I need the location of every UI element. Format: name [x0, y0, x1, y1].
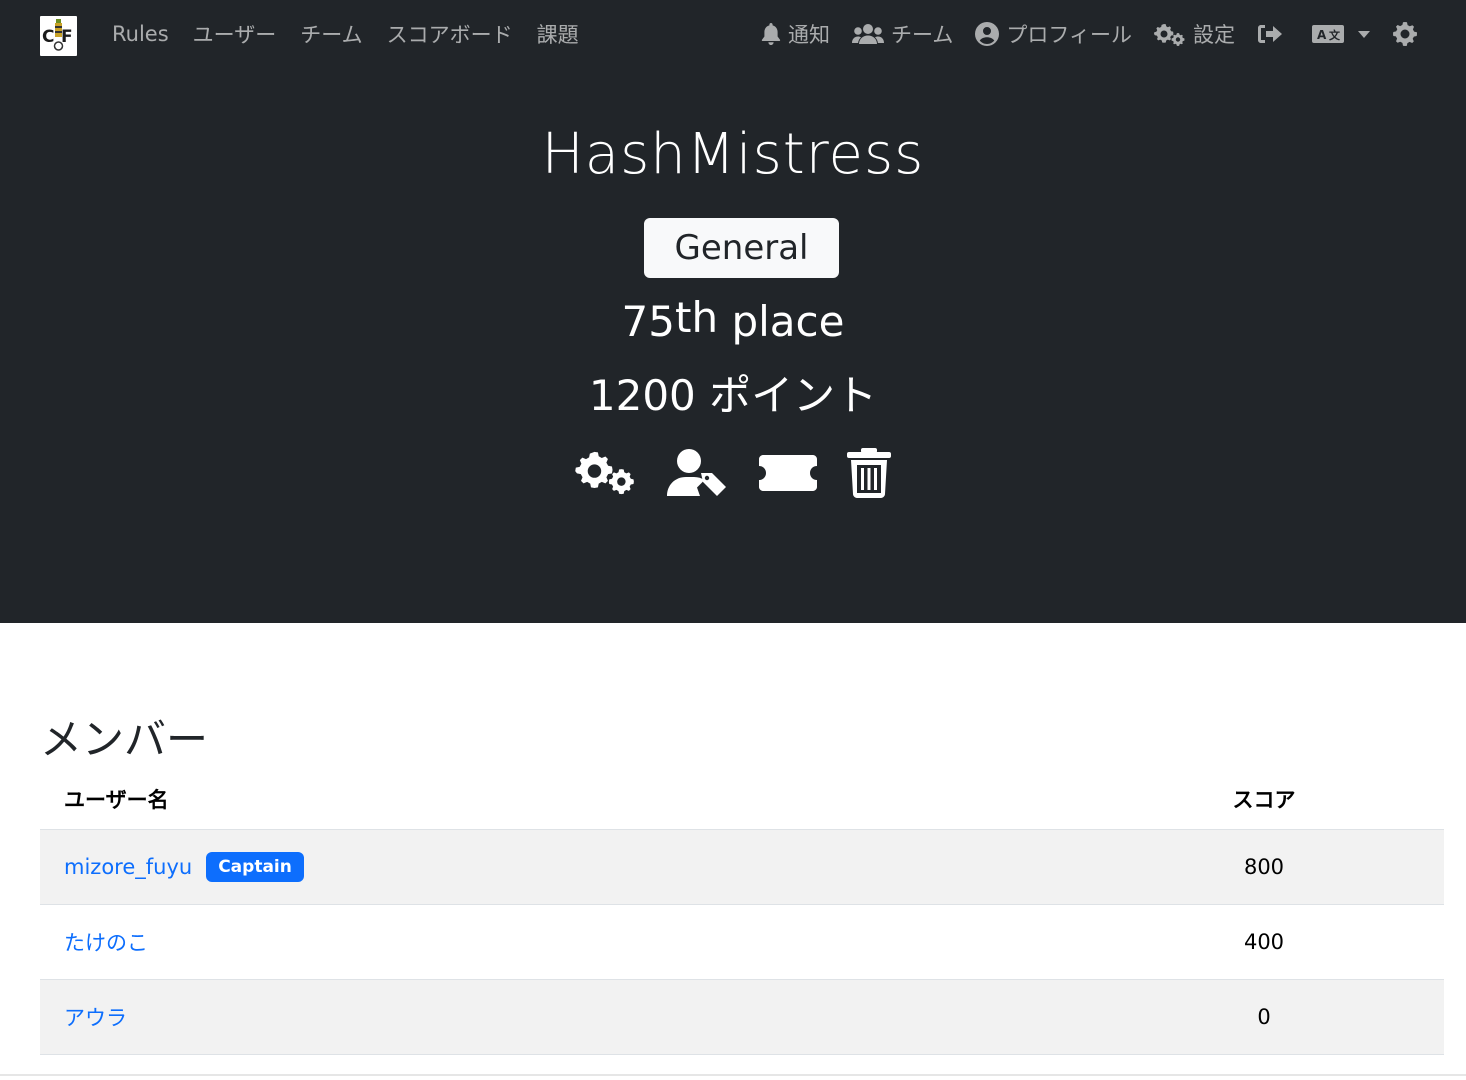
nav-settings[interactable]: 設定: [1143, 19, 1246, 49]
nav-link-users[interactable]: ユーザー: [181, 19, 289, 49]
team-place-word: place: [731, 297, 845, 346]
nav-profile[interactable]: プロフィール: [964, 19, 1143, 49]
team-delete-button[interactable]: [847, 448, 891, 498]
nav-notifications[interactable]: 通知: [750, 19, 841, 49]
member-score: 800: [1084, 829, 1444, 905]
nav-link-scoreboard[interactable]: スコアボード: [375, 19, 525, 49]
chevron-down-icon: [1358, 30, 1370, 38]
nav-theme-toggle[interactable]: [1381, 21, 1436, 47]
team-actions: [0, 448, 1466, 498]
language-icon: A 文: [1312, 25, 1344, 43]
svg-text:文: 文: [1329, 28, 1341, 42]
team-name: HashMistress: [541, 122, 925, 187]
member-name-cell: アウラ: [40, 979, 1084, 1055]
team-bracket-badge: General: [644, 218, 839, 278]
table-row: アウラ 0: [40, 979, 1444, 1055]
column-header-score: スコア: [1084, 770, 1444, 830]
gears-icon: [575, 451, 634, 495]
member-link[interactable]: アウラ: [64, 1006, 127, 1030]
user-circle-icon: [975, 22, 1000, 46]
navbar: C F Rules ユーザー チーム スコアボード 課題 通知 チーム プロフィ…: [0, 0, 1466, 68]
member-link[interactable]: たけのこ: [64, 931, 148, 955]
captain-badge: Captain: [206, 852, 304, 882]
member-name-cell: たけのこ: [40, 904, 1084, 980]
member-link[interactable]: mizore_fuyu: [64, 855, 192, 879]
team-invite-button[interactable]: [759, 453, 817, 493]
team-place: 75th place: [0, 293, 1466, 346]
team-settings-button[interactable]: [575, 448, 637, 498]
nav-logout[interactable]: [1246, 23, 1301, 45]
team-header: HashMistress General 75th place 1200 ポイン…: [0, 68, 1466, 623]
member-name-cell: mizore_fuyu Captain: [40, 829, 1084, 905]
table-row: mizore_fuyu Captain 800: [40, 829, 1444, 905]
ctf-logo[interactable]: C F: [40, 16, 77, 56]
nav-right-links: 通知 チーム プロフィール 設定 A 文: [750, 0, 1436, 68]
logout-icon: [1258, 25, 1282, 43]
nav-profile-label: プロフィール: [1006, 23, 1132, 47]
members-title: メンバー: [40, 715, 209, 764]
nav-language-dropdown[interactable]: A 文: [1301, 24, 1381, 44]
team-place-number: 75: [621, 297, 675, 346]
member-score: 400: [1084, 904, 1444, 980]
team-captain-button[interactable]: [667, 448, 729, 498]
nav-link-rules[interactable]: Rules: [100, 22, 181, 46]
table-row: たけのこ 400: [40, 904, 1444, 980]
column-header-username: ユーザー名: [40, 770, 1084, 830]
gears-icon: [1154, 24, 1185, 46]
svg-text:A: A: [1317, 28, 1327, 42]
logo-mascot-icon: [53, 19, 64, 51]
team-place-suffix: th: [675, 293, 719, 342]
member-score: 0: [1084, 979, 1444, 1055]
members-table-header: ユーザー名 スコア: [40, 770, 1444, 830]
user-tag-icon: [667, 449, 726, 496]
bell-icon: [761, 23, 781, 45]
footer-divider: [0, 1074, 1466, 1076]
nav-team[interactable]: チーム: [841, 19, 964, 49]
nav-settings-label: 設定: [1193, 23, 1235, 47]
nav-notifications-label: 通知: [788, 23, 831, 47]
theme-gear-icon: [1393, 22, 1417, 46]
ticket-icon: [759, 455, 817, 491]
members-table: ユーザー名 スコア mizore_fuyu Captain 800 たけのこ 40…: [40, 770, 1444, 1055]
users-icon: [852, 24, 885, 44]
nav-link-teams[interactable]: チーム: [288, 19, 374, 49]
trash-icon: [847, 448, 891, 498]
nav-link-challenges[interactable]: 課題: [525, 19, 591, 49]
nav-left-links: Rules ユーザー チーム スコアボード 課題: [100, 0, 591, 68]
team-points: 1200 ポイント: [588, 371, 878, 420]
nav-team-label: チーム: [891, 23, 954, 47]
